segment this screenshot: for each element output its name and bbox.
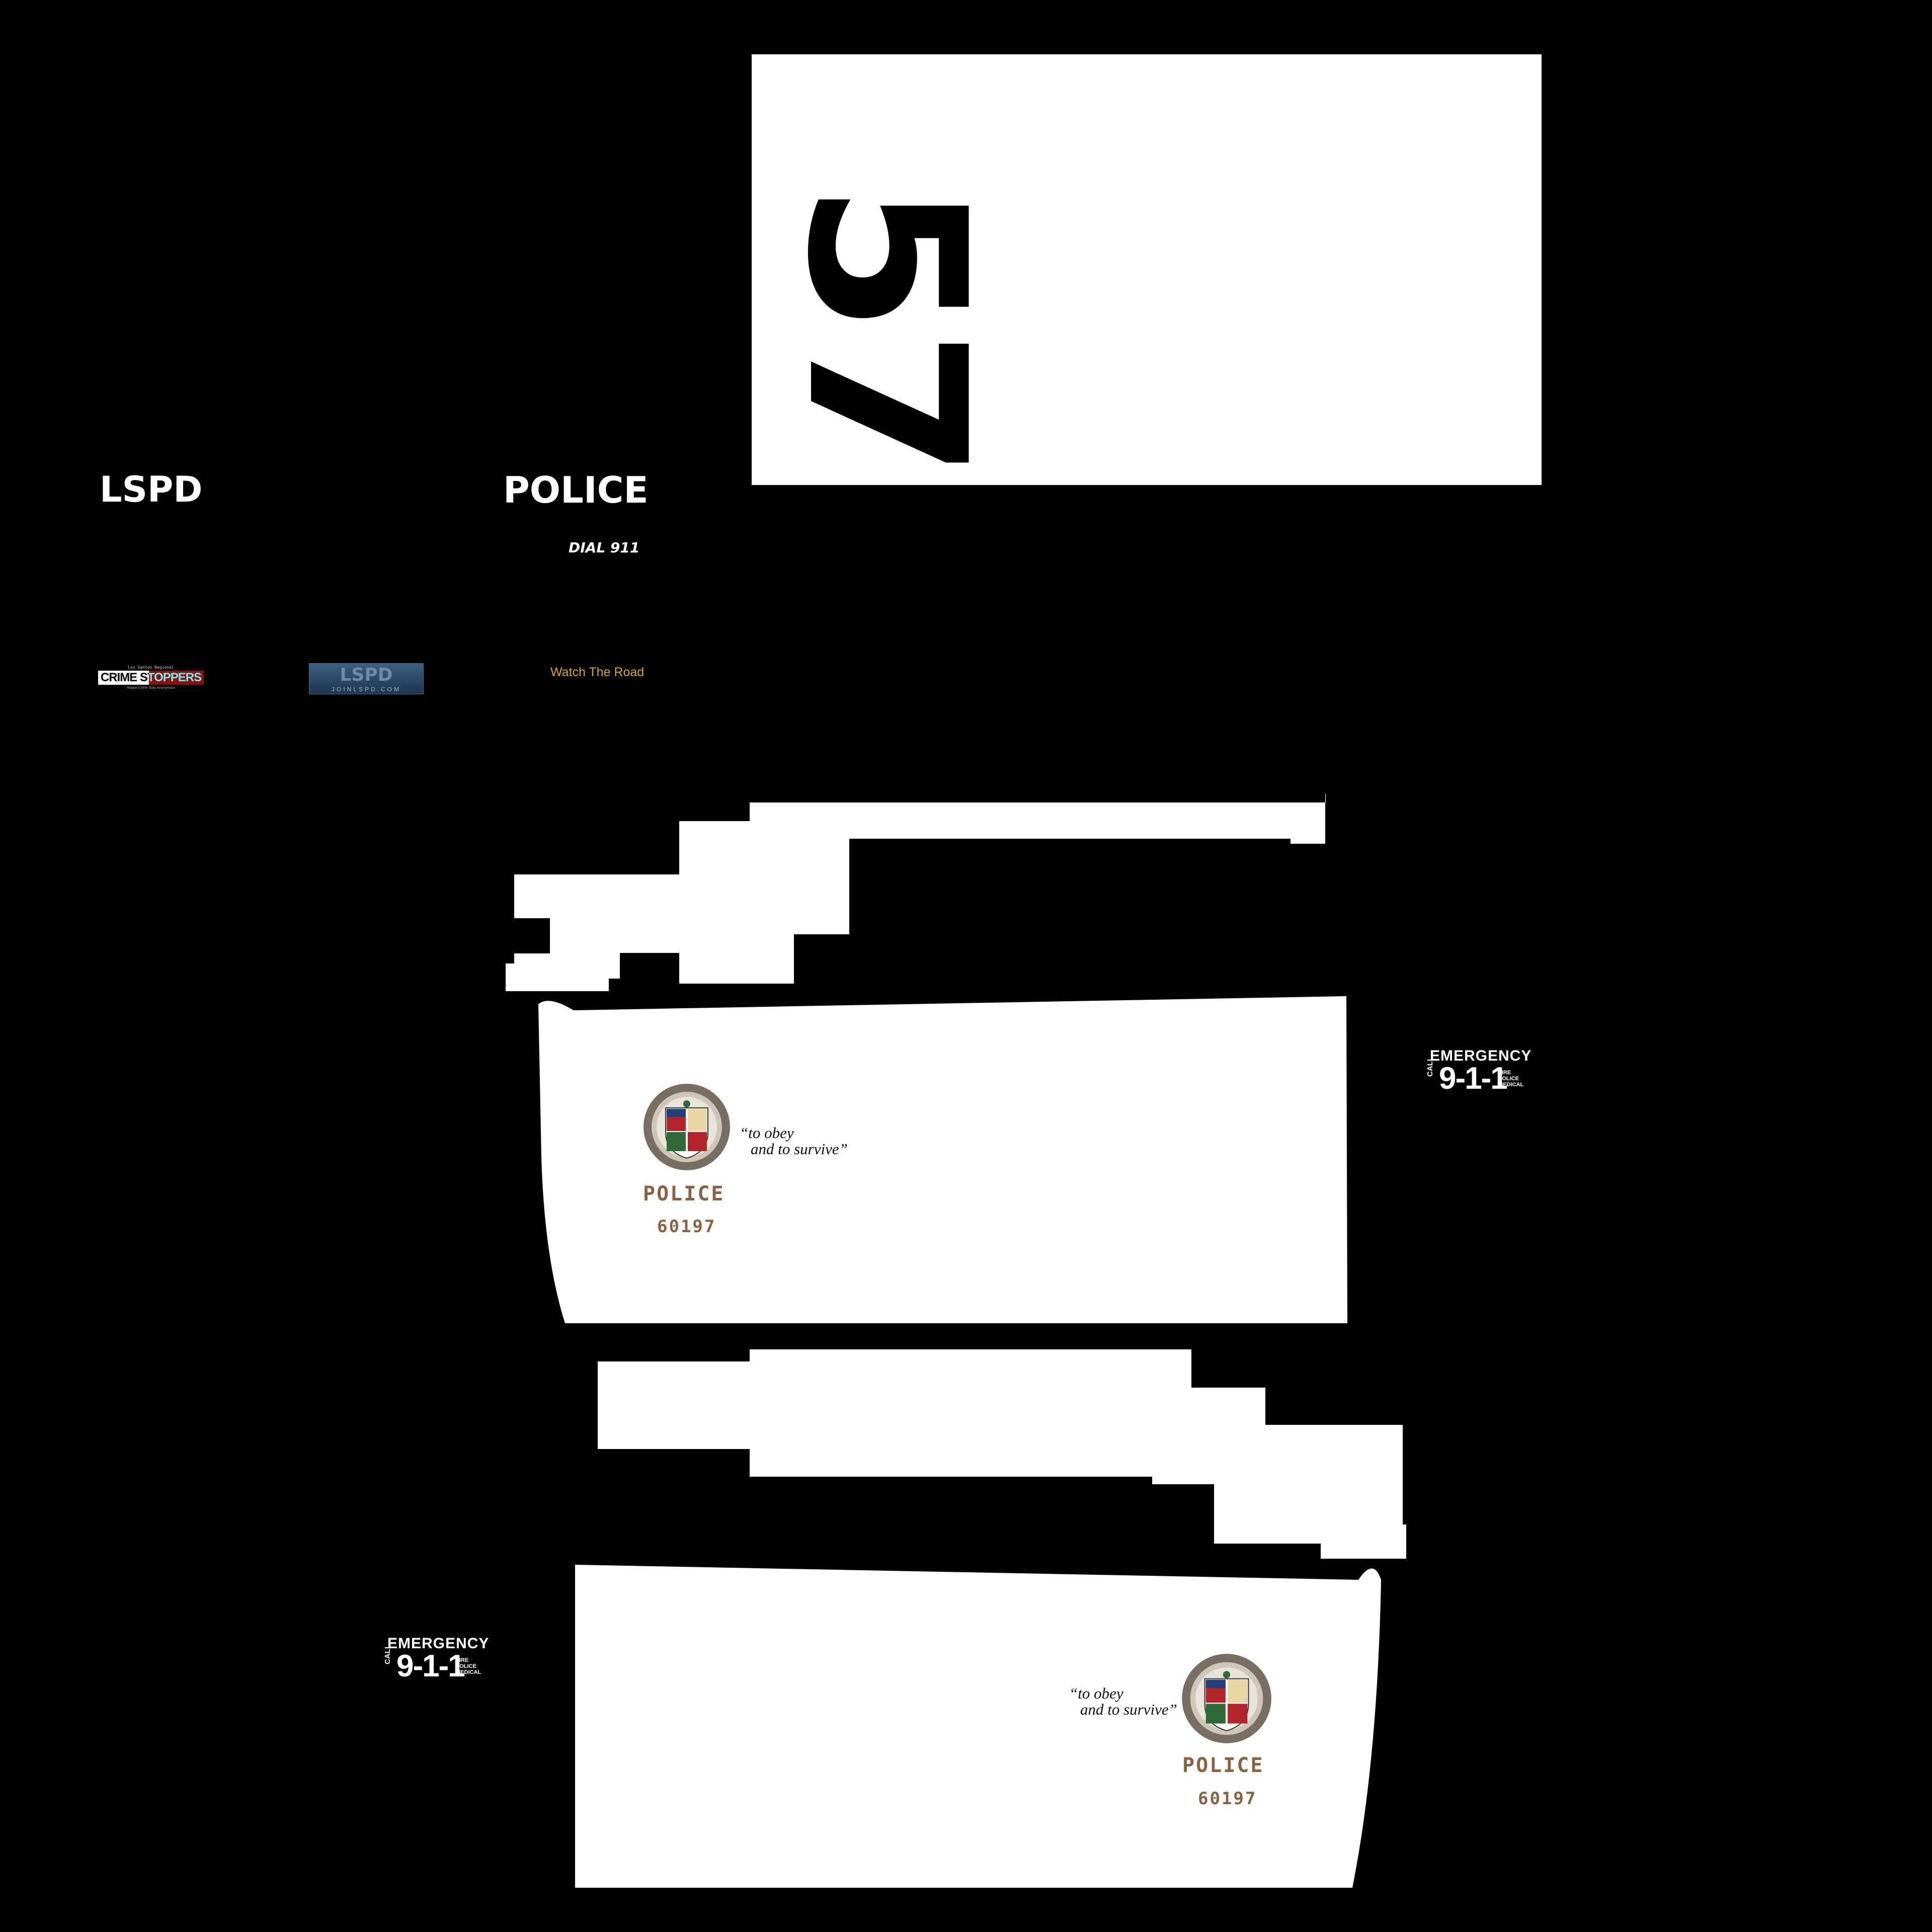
motto-line-2: and to survive”: [1080, 1701, 1177, 1718]
emergency-911-decal: EMERGENCY CALL 9-1-1 FIRE POLICE MEDICAL: [383, 1635, 490, 1683]
roof-strip: [506, 794, 1326, 991]
motto-line-1: “to obey: [1069, 1684, 1123, 1702]
motto-line-2: and to survive”: [751, 1140, 848, 1158]
dial-911-label: DIAL 911: [569, 539, 640, 556]
door-police-label: POLICE: [643, 1182, 725, 1205]
door-unit-number: 60197: [1198, 1789, 1257, 1809]
lspd-label: LSPD: [100, 469, 203, 510]
city-seal-icon: [1182, 1654, 1271, 1743]
crime-stoppers-logo: Los Santos Regional CRIME STOPPERS Repor…: [98, 665, 204, 692]
watch-the-road-label: Watch The Road: [550, 665, 645, 679]
motto-line-1: “to obey: [740, 1124, 794, 1142]
lower-roof-strip: [598, 1349, 1406, 1559]
joinlspd-banner: LSPD JOINLSPD.COM: [309, 663, 424, 694]
unit-number-text: 578: [760, 183, 1011, 622]
texture-sheet: { "unit_number": "578", "top_left": { "l…: [0, 0, 1932, 1932]
door-unit-number: 60197: [657, 1217, 716, 1237]
police-label: POLICE: [503, 469, 649, 511]
emergency-911-decal: EMERGENCY CALL 9-1-1 FIRE POLICE MEDICAL: [1426, 1048, 1532, 1096]
door-police-label: POLICE: [1182, 1754, 1264, 1777]
city-seal-icon: [643, 1084, 730, 1170]
